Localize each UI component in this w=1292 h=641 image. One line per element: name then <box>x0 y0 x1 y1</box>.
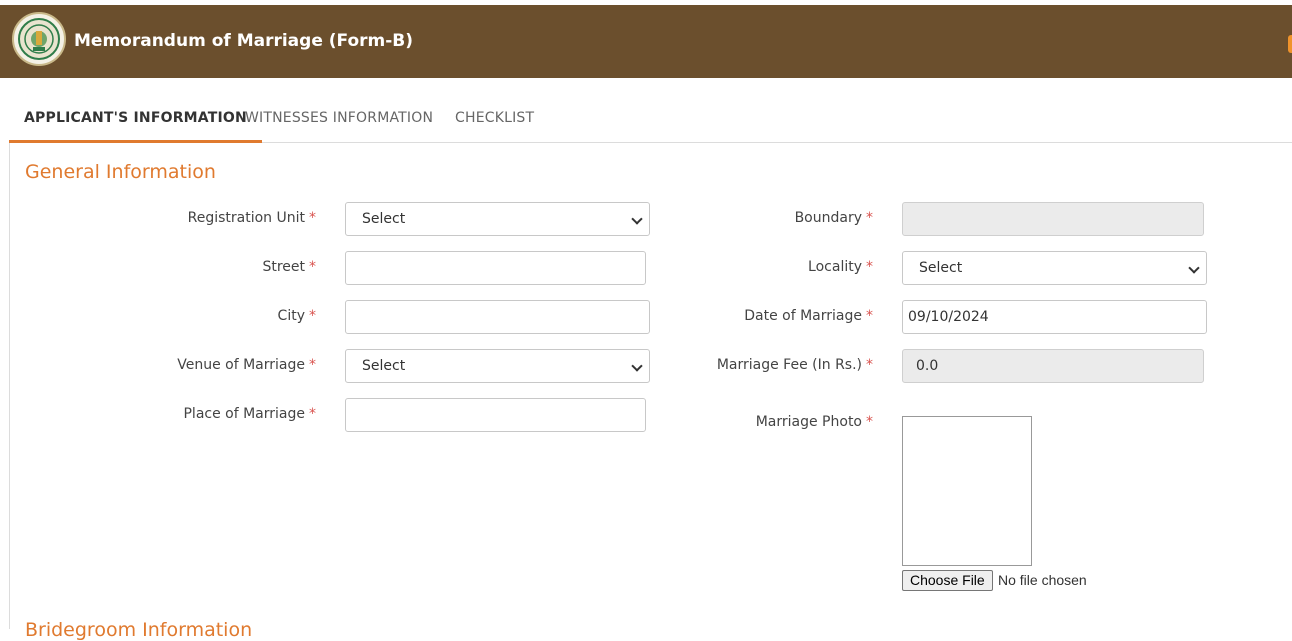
select-value: Select <box>362 211 406 227</box>
file-status-text: No file chosen <box>998 572 1087 588</box>
tab-witnesses-information[interactable]: WITNESSES INFORMATION <box>245 95 433 142</box>
page-title: Memorandum of Marriage (Form-B) <box>74 31 414 51</box>
tab-bar: APPLICANT'S INFORMATION WITNESSES INFORM… <box>9 95 1292 143</box>
date-of-marriage-label: Date of Marriage * <box>744 308 873 324</box>
tab-label: WITNESSES INFORMATION <box>245 110 434 126</box>
state-emblem-icon <box>12 12 66 66</box>
place-of-marriage-label: Place of Marriage * <box>183 406 316 422</box>
tab-applicants-information[interactable]: APPLICANT'S INFORMATION <box>9 95 262 143</box>
place-of-marriage-input[interactable] <box>345 398 646 432</box>
locality-select[interactable]: Select <box>902 251 1207 285</box>
street-input[interactable] <box>345 251 646 285</box>
tab-label: APPLICANT'S INFORMATION <box>24 110 247 126</box>
registration-unit-select[interactable]: Select <box>345 202 650 236</box>
marriage-fee-label: Marriage Fee (In Rs.) * <box>716 357 873 373</box>
tab-label: CHECKLIST <box>455 110 535 126</box>
select-value: Select <box>362 358 406 374</box>
general-information-panel: General Information Registration Unit * S… <box>9 143 1292 641</box>
select-value: Select <box>919 260 963 276</box>
bridegroom-section-title: Bridegroom Information <box>25 619 253 641</box>
marriage-fee-field: 0.0 <box>902 349 1204 383</box>
city-label: City * <box>277 308 316 324</box>
marriage-photo-preview <box>902 416 1032 566</box>
marriage-photo-label: Marriage Photo * <box>755 414 873 430</box>
boundary-label: Boundary * <box>794 210 873 226</box>
locality-label: Locality * <box>808 259 873 275</box>
app-header: Memorandum of Marriage (Form-B) <box>0 5 1292 78</box>
city-input[interactable] <box>345 300 650 334</box>
venue-of-marriage-label: Venue of Marriage * <box>177 357 316 373</box>
section-title: General Information <box>25 161 216 183</box>
registration-unit-label: Registration Unit * <box>187 210 316 226</box>
choose-file-button[interactable]: Choose File <box>902 570 993 591</box>
street-label: Street * <box>262 259 316 275</box>
boundary-field <box>902 202 1204 236</box>
tab-checklist[interactable]: CHECKLIST <box>455 95 534 142</box>
date-of-marriage-input[interactable]: 09/10/2024 <box>902 300 1207 334</box>
header-edge-button[interactable] <box>1288 35 1292 53</box>
venue-of-marriage-select[interactable]: Select <box>345 349 650 383</box>
